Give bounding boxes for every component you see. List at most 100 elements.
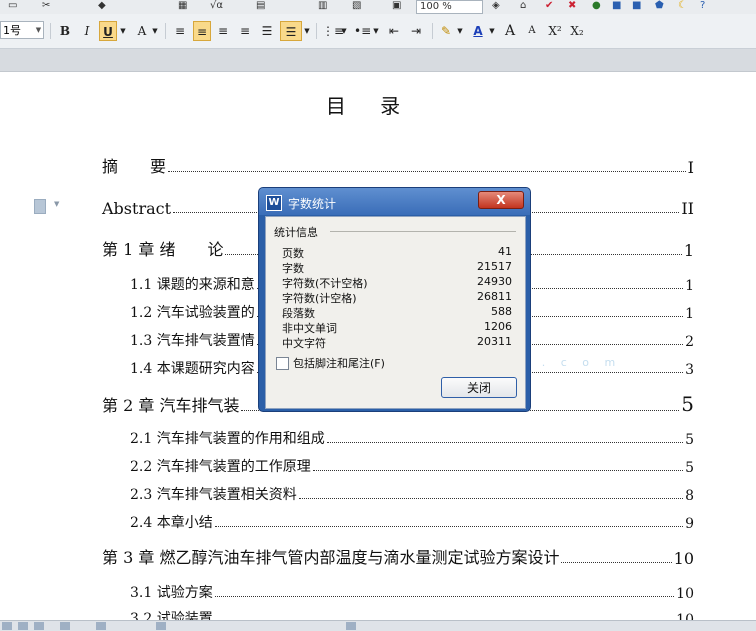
question-icon[interactable]: ? (700, 0, 705, 12)
insert-table-icon[interactable]: ▤ (256, 0, 265, 12)
increase-indent-icon[interactable]: ⇥ (408, 21, 424, 41)
view-icon[interactable] (18, 622, 28, 630)
security-icon[interactable]: ⬟ (655, 0, 664, 12)
document-icon[interactable] (34, 199, 46, 214)
toc-leader-dots (214, 596, 675, 597)
char-shading-button[interactable]: A (134, 21, 150, 41)
home-icon[interactable]: ⌂ (520, 0, 526, 12)
toc-entry-text: 1.1 课题的来源和意 (130, 277, 255, 293)
toc-entry[interactable]: 摘 要I (102, 155, 694, 177)
underline-button[interactable]: U (99, 21, 117, 41)
chevron-down-icon[interactable]: ▼ (372, 21, 380, 41)
table-icon[interactable]: ▦ (178, 0, 187, 12)
columns-icon[interactable]: ▥ (318, 0, 327, 12)
line-spacing-icon[interactable]: ☰ (280, 21, 302, 41)
zoom-box-icon[interactable]: ▣ (392, 0, 401, 12)
align-right-icon[interactable]: ≡ (215, 21, 231, 41)
stat-label: 中文字符 (282, 337, 326, 350)
chevron-down-icon[interactable]: ▼ (340, 21, 348, 41)
align-left-icon[interactable]: ≡ (172, 21, 188, 41)
italic-button[interactable]: I (79, 21, 95, 41)
bullet-list-icon[interactable]: •≡ (354, 21, 371, 41)
skin-icon[interactable]: ■ (612, 0, 621, 12)
font-size-select[interactable]: 1号 ▼ (0, 21, 44, 39)
moon-icon[interactable]: ☾ (678, 0, 687, 12)
shield-icon[interactable]: ● (592, 0, 601, 12)
chevron-down-icon[interactable]: ▼ (54, 200, 59, 208)
help-icon[interactable]: ◈ (492, 0, 500, 12)
font-color-icon[interactable]: A (470, 21, 486, 41)
tool-icon[interactable] (346, 622, 356, 630)
stat-value: 26811 (477, 290, 512, 303)
font-icon[interactable] (156, 622, 166, 630)
toc-entry-text: 1.3 汽车排气装置情 (130, 333, 255, 349)
view-icon[interactable] (34, 622, 44, 630)
equation-icon[interactable]: √α (210, 0, 223, 12)
toc-entry-text: 2.3 汽车排气装置相关资料 (130, 487, 297, 503)
wps-logo-icon: W (266, 195, 282, 211)
ruler-area (0, 49, 756, 72)
toc-page-number: 8 (685, 488, 694, 504)
chevron-down-icon: ▼ (35, 26, 42, 34)
dialog-titlebar[interactable]: W 字数统计 X (259, 188, 530, 215)
drawing-icon[interactable]: ▧ (352, 0, 361, 12)
toc-entry-text: 摘 要 (102, 157, 167, 176)
toc-entry[interactable]: 第 3 章 燃乙醇汽油车排气管内部温度与滴水量测定试验方案设计 10 (102, 546, 694, 568)
toc-entry[interactable]: 3.1 试验方案 10 (130, 580, 694, 602)
bold-button[interactable]: B (57, 21, 73, 41)
include-footnotes-checkbox[interactable] (276, 357, 289, 370)
toc-page-number: 1 (685, 306, 694, 322)
toc-entry[interactable]: 2.1 汽车排气装置的作用和组成 5 (130, 426, 694, 448)
copy-icon[interactable]: ▭ (8, 0, 17, 12)
stat-label: 字符数(计空格) (282, 292, 357, 305)
toc-entry-text: 3.1 试验方案 (130, 585, 213, 601)
zoom-select[interactable]: 100 % (416, 0, 483, 14)
justify-icon[interactable]: ≡ (237, 21, 253, 41)
grow-font-button[interactable]: A (502, 21, 518, 41)
stat-label: 字数 (282, 262, 304, 275)
toc-entry[interactable]: 2.4 本章小结 9 (130, 510, 694, 532)
subscript-button[interactable]: X₂ (568, 21, 586, 41)
stat-row: 字符数(计空格) 26811 (282, 290, 512, 305)
toc-page-number: 2 (685, 334, 694, 350)
toc-entry-text: 第 3 章 燃乙醇汽油车排气管内部温度与滴水量测定试验方案设计 (102, 548, 560, 567)
stat-row: 中文字符 20311 (282, 335, 512, 350)
stat-value: 41 (498, 245, 512, 258)
window-icon[interactable]: ■ (632, 0, 641, 12)
draw-icon[interactable] (96, 622, 106, 630)
group-divider (330, 231, 516, 232)
chevron-down-icon[interactable]: ▼ (488, 21, 496, 41)
stat-row: 段落数 588 (282, 305, 512, 320)
toc-leader-dots (312, 470, 684, 471)
close-icon[interactable]: X (478, 191, 524, 209)
close-button[interactable]: 关闭 (441, 377, 517, 398)
decrease-indent-icon[interactable]: ⇤ (386, 21, 402, 41)
highlight-icon[interactable]: ✎ (438, 21, 454, 41)
distribute-icon[interactable]: ☰ (259, 21, 275, 41)
view-icon[interactable] (2, 622, 12, 630)
group-label: 统计信息 (274, 224, 321, 240)
formatting-toolbar: 1号 ▼ B I U ▼ A ▼ ≡ ≡ ≡ ≡ ☰ ☰ ▼ ⋮≡ ▼ •≡ ▼… (0, 14, 756, 49)
view-icon[interactable] (60, 622, 70, 630)
shrink-font-button[interactable]: A (524, 21, 540, 41)
include-footnotes-label[interactable]: 包括脚注和尾注(F) (293, 355, 385, 371)
align-center-icon[interactable]: ≡ (193, 21, 211, 41)
chevron-down-icon[interactable]: ▼ (119, 21, 127, 41)
check-icon[interactable]: ✔ (545, 0, 553, 12)
format-painter-icon[interactable]: ◆ (98, 0, 106, 12)
toc-entry[interactable]: 2.2 汽车排气装置的工作原理 5 (130, 454, 694, 476)
toc-page-number: I (687, 158, 694, 177)
chevron-down-icon[interactable]: ▼ (456, 21, 464, 41)
chevron-down-icon[interactable]: ▼ (151, 21, 159, 41)
superscript-button[interactable]: X² (546, 21, 564, 41)
stat-label: 页数 (282, 247, 304, 260)
toc-leader-dots (168, 171, 686, 172)
numbered-list-icon[interactable]: ⋮≡ (322, 21, 344, 41)
chevron-down-icon[interactable]: ▼ (303, 21, 311, 41)
stat-label: 字符数(不计空格) (282, 277, 368, 290)
stat-row: 字数 21517 (282, 260, 512, 275)
toc-entry[interactable]: 2.3 汽车排气装置相关资料 8 (130, 482, 694, 504)
cut-icon[interactable]: ✂ (42, 0, 50, 12)
close-doc-icon[interactable]: ✖ (568, 0, 576, 12)
toc-leader-dots (326, 442, 684, 443)
